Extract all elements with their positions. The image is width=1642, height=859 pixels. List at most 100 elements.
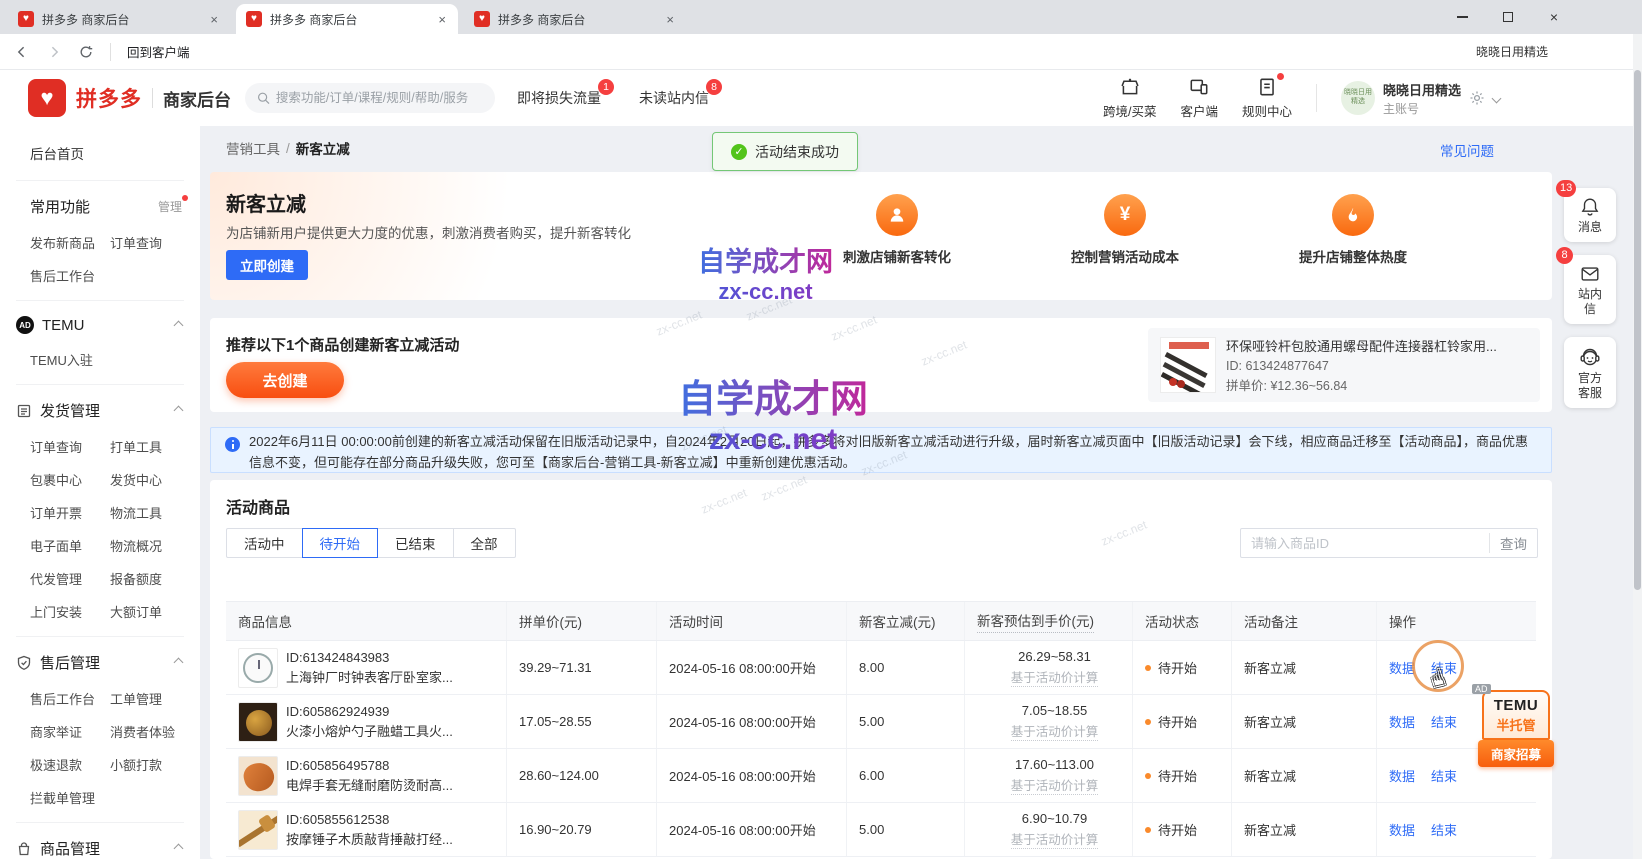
chevron-up-icon[interactable] <box>174 844 184 854</box>
unread-mail-link[interactable]: 未读站内信 8 <box>639 88 709 108</box>
browser-tab-2[interactable]: ♥ 拼多多 商家后台 × <box>236 4 458 34</box>
sidebar-item[interactable]: 发货中心 <box>110 463 190 496</box>
header-search-input[interactable] <box>276 91 483 105</box>
tab-all[interactable]: 全部 <box>453 528 516 558</box>
sidebar-section-goods[interactable]: 商品管理 <box>0 829 200 859</box>
product-cell[interactable]: ID:605855612538 按摩锤子木质敲背捶敲打经... <box>226 803 506 856</box>
product-id-input[interactable] <box>1251 536 1489 551</box>
forward-icon[interactable] <box>46 44 62 60</box>
faq-link[interactable]: 常见问题 <box>1440 140 1494 160</box>
sidebar-section-shipping[interactable]: 发货管理 <box>0 391 200 430</box>
sidebar-item[interactable]: TEMU入驻 <box>30 343 110 376</box>
estimated-price-note[interactable]: 基于活动价计算 <box>1011 721 1099 741</box>
ad-badge-icon: AD <box>16 316 34 334</box>
product-cell[interactable]: ID:605862924939 火漆小熔炉勺子融蜡工具火... <box>226 695 506 748</box>
chevron-down-icon[interactable] <box>1492 93 1502 103</box>
sidebar-section-aftersale[interactable]: 售后管理 <box>0 643 200 682</box>
sidebar-item[interactable]: 物流工具 <box>110 496 190 529</box>
scrollbar-thumb[interactable] <box>1634 70 1641 590</box>
sidebar-item[interactable]: 工单管理 <box>110 682 190 715</box>
product-cell[interactable]: ID:605856495788 电焊手套无缝耐磨防烫耐高... <box>226 749 506 802</box>
sidebar-item[interactable]: 订单开票 <box>30 496 110 529</box>
tab-active-now[interactable]: 活动中 <box>226 528 303 558</box>
sidebar-item[interactable]: 上门安装 <box>30 595 110 628</box>
tab-ended[interactable]: 已结束 <box>377 528 454 558</box>
product-id: ID:605862924939 <box>286 702 453 722</box>
data-link[interactable]: 数据 <box>1389 820 1415 839</box>
manage-link[interactable]: 管理 <box>158 198 182 215</box>
sidebar-item[interactable]: 消费者体验 <box>110 715 190 748</box>
sidebar-section-temu[interactable]: AD TEMU <box>0 307 200 343</box>
nav-crossborder[interactable]: 跨境/买菜 <box>1103 76 1156 120</box>
go-create-button[interactable]: 去创建 <box>226 362 344 398</box>
estimated-price-note[interactable]: 基于活动价计算 <box>1011 829 1099 849</box>
tab-pending[interactable]: 待开始 <box>302 528 379 558</box>
reload-icon[interactable] <box>78 44 94 60</box>
end-link[interactable]: 结束 <box>1431 766 1457 785</box>
section-title: 售后管理 <box>40 652 100 673</box>
info-icon <box>225 437 240 452</box>
messages-button[interactable]: 13 消息 <box>1564 188 1616 242</box>
sidebar-items-temu: TEMU入驻 <box>0 343 200 378</box>
header-search[interactable] <box>245 83 495 113</box>
sidebar-item[interactable]: 商家举证 <box>30 715 110 748</box>
sidebar-item[interactable]: 售后工作台 <box>30 259 110 292</box>
minimize-button[interactable] <box>1439 0 1485 34</box>
sidebar-item[interactable]: 包裹中心 <box>30 463 110 496</box>
recommended-product[interactable]: 环保哑铃杆包胶通用螺母配件连接器杠铃家用... ID: 613424877647… <box>1148 328 1540 402</box>
sidebar-item[interactable]: 小额打款 <box>110 748 190 781</box>
site-mail-button[interactable]: 8 站内信 <box>1564 255 1616 324</box>
estimated-price-note[interactable]: 基于活动价计算 <box>1011 667 1099 687</box>
est-price-tooltip[interactable]: 新客预估到手价(元) <box>977 610 1094 633</box>
chevron-up-icon[interactable] <box>174 658 184 668</box>
sidebar-item[interactable]: 订单查询 <box>30 430 110 463</box>
breadcrumb-current: 新客立减 <box>296 138 350 158</box>
chevron-up-icon[interactable] <box>174 320 184 330</box>
search-button[interactable]: 查询 <box>1489 533 1527 553</box>
status-label: 待开始 <box>1158 658 1197 677</box>
end-link[interactable]: 结束 <box>1431 820 1457 839</box>
nav-client[interactable]: 客户端 <box>1180 76 1218 120</box>
sidebar-item[interactable]: 代发管理 <box>30 562 110 595</box>
sidebar-item[interactable]: 物流概况 <box>110 529 190 562</box>
browser-toolbar: 回到客户端 晓晓日用精选 <box>0 34 1642 70</box>
sidebar-divider <box>16 384 184 385</box>
create-now-button[interactable]: 立即创建 <box>226 250 308 280</box>
end-link[interactable]: 结束 <box>1431 712 1457 731</box>
traffic-loss-link[interactable]: 即将损失流量 1 <box>517 88 601 108</box>
data-link[interactable]: 数据 <box>1389 712 1415 731</box>
close-button[interactable]: × <box>1531 0 1577 34</box>
sidebar-item[interactable]: 极速退款 <box>30 748 110 781</box>
maximize-button[interactable] <box>1485 0 1531 34</box>
devices-icon <box>1188 76 1210 98</box>
gear-icon[interactable] <box>1469 90 1485 106</box>
product-cell[interactable]: ID:613424843983 上海钟厂时钟表客厅卧室家... <box>226 641 506 694</box>
sidebar-item[interactable]: 拦截单管理 <box>30 781 110 814</box>
breadcrumb-parent[interactable]: 营销工具 <box>226 138 280 158</box>
sidebar-item[interactable]: 订单查询 <box>110 226 190 259</box>
tab-close-icon[interactable]: × <box>664 12 676 27</box>
sidebar-item[interactable]: 报备额度 <box>110 562 190 595</box>
sidebar-item[interactable]: 大额订单 <box>110 595 190 628</box>
official-service-button[interactable]: 官方客服 <box>1564 337 1616 408</box>
sidebar-item[interactable]: 售后工作台 <box>30 682 110 715</box>
sidebar-item-home[interactable]: 后台首页 <box>0 132 200 174</box>
brand[interactable]: ♥ 拼多多 商家后台 <box>0 79 231 117</box>
tab-close-icon[interactable]: × <box>436 12 448 27</box>
back-to-client-link[interactable]: 回到客户端 <box>127 42 190 61</box>
account-menu[interactable]: 晓晓日用精选 晓晓日用精选 主账号 <box>1341 80 1500 117</box>
chevron-up-icon[interactable] <box>174 406 184 416</box>
back-icon[interactable] <box>14 44 30 60</box>
data-link[interactable]: 数据 <box>1389 766 1415 785</box>
tab-title: 拼多多 商家后台 <box>270 11 428 28</box>
sidebar-item[interactable]: 打单工具 <box>110 430 190 463</box>
nav-rules[interactable]: 规则中心 <box>1242 76 1292 120</box>
product-thumbnail <box>238 810 278 850</box>
sidebar-item[interactable]: 电子面单 <box>30 529 110 562</box>
temu-recruit-ad[interactable]: AD TEMU 半托管 商家招募 <box>1482 690 1550 767</box>
sidebar-item[interactable]: 发布新商品 <box>30 226 110 259</box>
tab-close-icon[interactable]: × <box>208 12 220 27</box>
browser-tab-3[interactable]: ♥ 拼多多 商家后台 × <box>464 4 686 34</box>
estimated-price-note[interactable]: 基于活动价计算 <box>1011 775 1099 795</box>
browser-tab-1[interactable]: ♥ 拼多多 商家后台 × <box>8 4 230 34</box>
